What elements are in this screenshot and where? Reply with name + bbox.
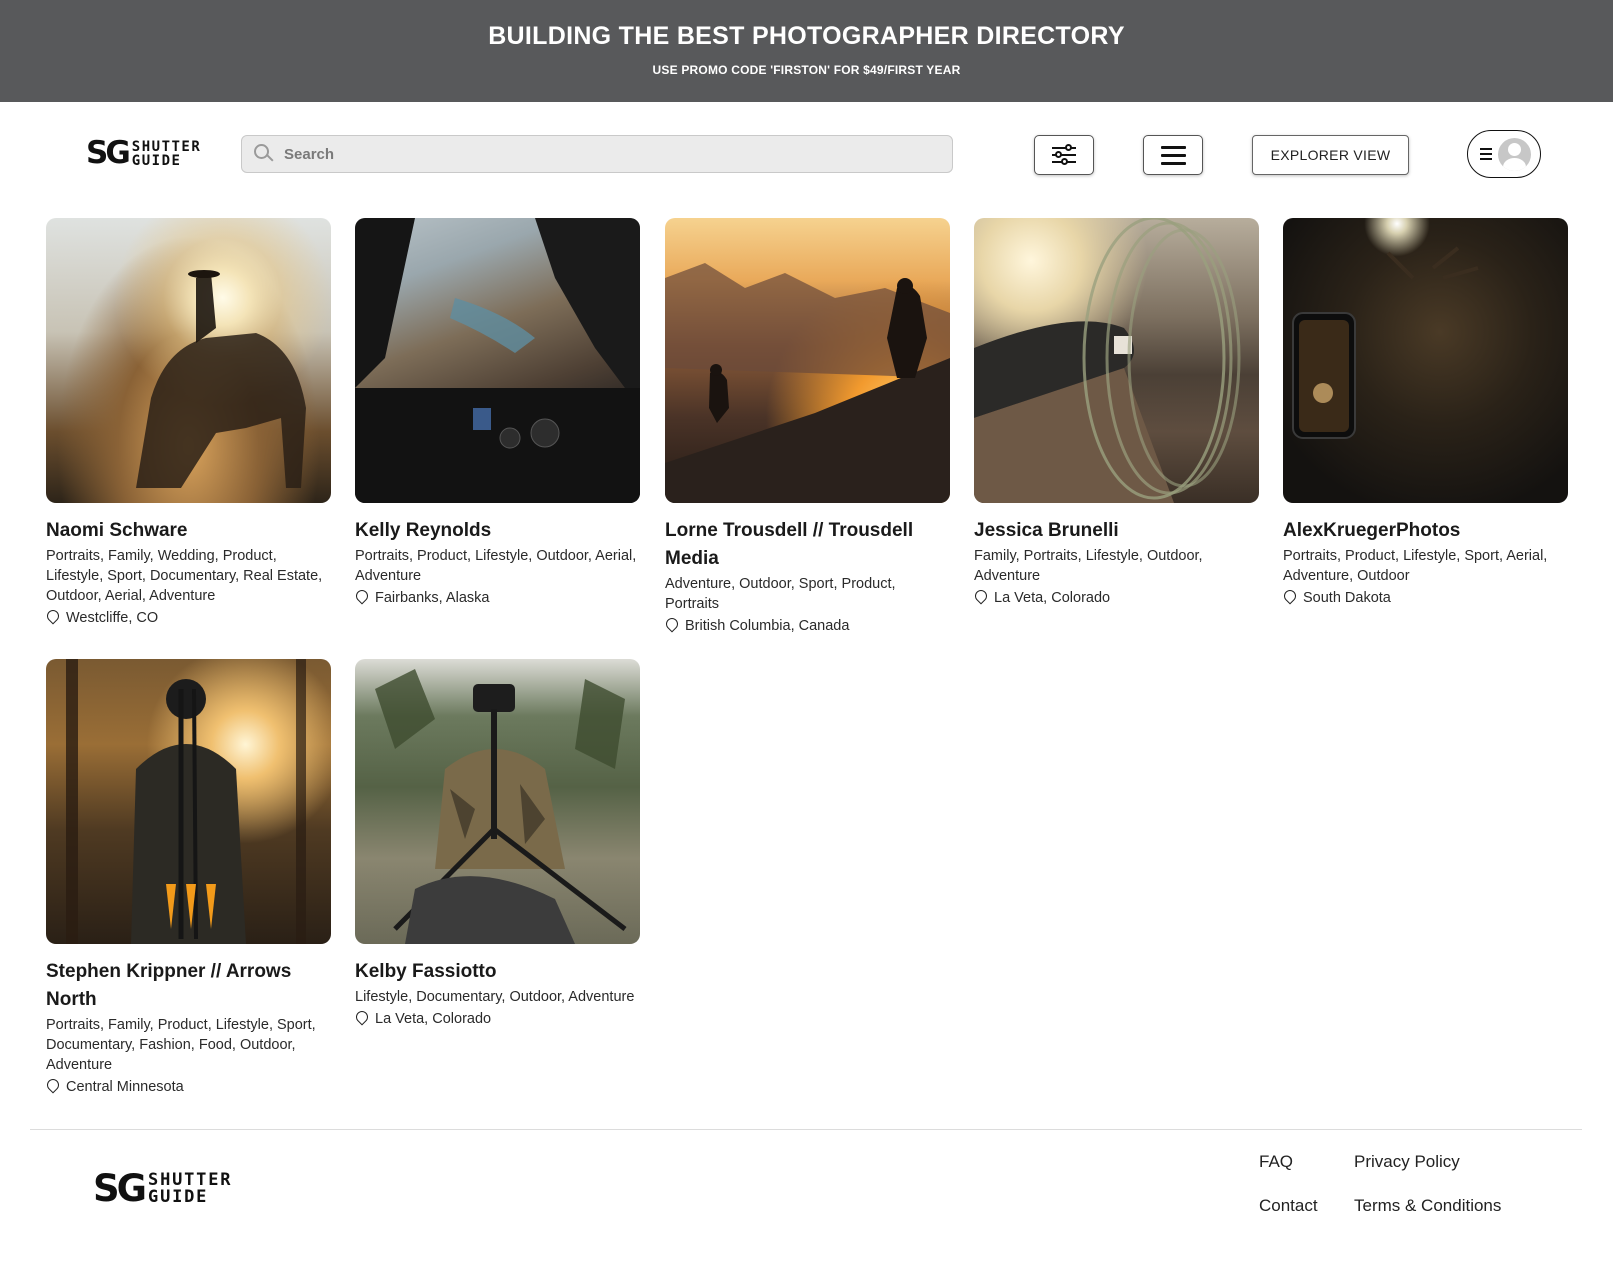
search-bar[interactable] bbox=[241, 135, 953, 173]
photographer-location: Westcliffe, CO bbox=[44, 607, 331, 626]
photographer-location: Fairbanks, Alaska bbox=[353, 587, 640, 606]
photographer-location: La Veta, Colorado bbox=[972, 587, 1259, 606]
promo-banner: BUILDING THE BEST PHOTOGRAPHER DIRECTORY… bbox=[0, 0, 1613, 102]
location-text: Fairbanks, Alaska bbox=[375, 590, 490, 606]
photographer-name[interactable]: Naomi Schware bbox=[46, 517, 331, 545]
search-icon bbox=[254, 144, 274, 164]
location-pin-icon bbox=[972, 587, 990, 606]
site-header: SG SHUTTER GUIDE EXPLORER VIEW bbox=[0, 102, 1613, 208]
photographer-name[interactable]: Stephen Krippner // Arrows North bbox=[46, 958, 331, 1014]
photographer-photo[interactable] bbox=[1283, 218, 1568, 503]
footer-link-contact[interactable]: Contact bbox=[1259, 1196, 1318, 1216]
promo-title: BUILDING THE BEST PHOTOGRAPHER DIRECTORY bbox=[488, 22, 1125, 50]
location-text: Westcliffe, CO bbox=[66, 610, 159, 626]
location-text: La Veta, Colorado bbox=[994, 590, 1111, 606]
menu-button[interactable] bbox=[1143, 135, 1203, 175]
photographer-name[interactable]: Kelby Fassiotto bbox=[355, 958, 640, 986]
photographer-location: British Columbia, Canada bbox=[663, 615, 950, 634]
menu-icon bbox=[1480, 148, 1492, 160]
photographer-name[interactable]: AlexKruegerPhotos bbox=[1283, 517, 1568, 545]
hamburger-icon bbox=[1160, 145, 1186, 165]
location-text: South Dakota bbox=[1303, 590, 1391, 606]
photographer-photo[interactable] bbox=[46, 659, 331, 944]
photographer-name[interactable]: Lorne Trousdell // Trousdell Media bbox=[665, 517, 950, 573]
photographer-card[interactable]: AlexKruegerPhotos Portraits, Product, Li… bbox=[1281, 218, 1568, 606]
photographer-location: Central Minnesota bbox=[44, 1076, 331, 1095]
photographer-card[interactable]: Naomi Schware Portraits, Family, Wedding… bbox=[44, 218, 331, 626]
logo-word-guide: GUIDE bbox=[131, 152, 182, 169]
photographer-name[interactable]: Kelly Reynolds bbox=[355, 517, 640, 545]
photographer-photo[interactable] bbox=[46, 218, 331, 503]
photographer-name[interactable]: Jessica Brunelli bbox=[974, 517, 1259, 545]
footer-logo[interactable]: SG SHUTTER GUIDE bbox=[93, 1170, 232, 1207]
footer-link-privacy[interactable]: Privacy Policy bbox=[1354, 1152, 1460, 1172]
photographer-photo[interactable] bbox=[355, 218, 640, 503]
logo-mark: SG bbox=[93, 1167, 147, 1210]
logo-mark: SG bbox=[86, 135, 131, 171]
location-text: La Veta, Colorado bbox=[375, 1011, 492, 1027]
photographer-photo[interactable] bbox=[974, 218, 1259, 503]
photographer-photo[interactable] bbox=[665, 218, 950, 503]
location-pin-icon bbox=[353, 587, 371, 606]
promo-subtitle: USE PROMO CODE 'FIRSTON' FOR $49/FIRST Y… bbox=[652, 63, 961, 77]
sliders-icon bbox=[1052, 144, 1076, 165]
location-pin-icon bbox=[353, 1008, 371, 1027]
footer-divider bbox=[30, 1129, 1582, 1130]
photographer-card[interactable]: Kelly Reynolds Portraits, Product, Lifes… bbox=[353, 218, 640, 606]
photographer-specialties: Adventure, Outdoor, Sport, Product, Port… bbox=[665, 576, 896, 612]
photographer-specialties: Portraits, Product, Lifestyle, Outdoor, … bbox=[355, 548, 637, 584]
photographer-card[interactable]: Kelby Fassiotto Lifestyle, Documentary, … bbox=[353, 659, 640, 1027]
photographer-location: South Dakota bbox=[1281, 587, 1568, 606]
location-pin-icon bbox=[1281, 587, 1299, 606]
footer-link-terms[interactable]: Terms & Conditions bbox=[1354, 1196, 1501, 1216]
filter-button[interactable] bbox=[1034, 135, 1094, 175]
photographer-card[interactable]: Jessica Brunelli Family, Portraits, Life… bbox=[972, 218, 1259, 606]
logo-word-shutter: SHUTTER bbox=[148, 1169, 233, 1190]
search-input[interactable] bbox=[284, 145, 924, 163]
site-logo[interactable]: SG SHUTTER GUIDE bbox=[86, 138, 201, 169]
photographer-specialties: Portraits, Family, Product, Lifestyle, S… bbox=[46, 1017, 316, 1073]
account-menu-button[interactable] bbox=[1467, 130, 1541, 178]
logo-word-guide: GUIDE bbox=[148, 1186, 209, 1207]
location-pin-icon bbox=[44, 1076, 62, 1095]
photographer-location: La Veta, Colorado bbox=[353, 1008, 640, 1027]
logo-word-shutter: SHUTTER bbox=[131, 138, 202, 155]
photographer-card[interactable]: Lorne Trousdell // Trousdell Media Adven… bbox=[663, 218, 950, 634]
location-pin-icon bbox=[44, 607, 62, 626]
explorer-view-button[interactable]: EXPLORER VIEW bbox=[1252, 135, 1409, 175]
location-pin-icon bbox=[663, 615, 681, 634]
location-text: British Columbia, Canada bbox=[685, 618, 850, 634]
user-avatar-icon bbox=[1498, 137, 1531, 171]
location-text: Central Minnesota bbox=[66, 1079, 184, 1095]
photographer-photo[interactable] bbox=[355, 659, 640, 944]
photographer-specialties: Portraits, Family, Wedding, Product, Lif… bbox=[46, 548, 323, 604]
photographer-card[interactable]: Stephen Krippner // Arrows North Portrai… bbox=[44, 659, 331, 1095]
footer-link-faq[interactable]: FAQ bbox=[1259, 1152, 1293, 1172]
photographer-specialties: Family, Portraits, Lifestyle, Outdoor, A… bbox=[974, 548, 1203, 584]
photographer-specialties: Lifestyle, Documentary, Outdoor, Adventu… bbox=[355, 989, 635, 1005]
photographer-specialties: Portraits, Product, Lifestyle, Sport, Ae… bbox=[1283, 548, 1548, 584]
